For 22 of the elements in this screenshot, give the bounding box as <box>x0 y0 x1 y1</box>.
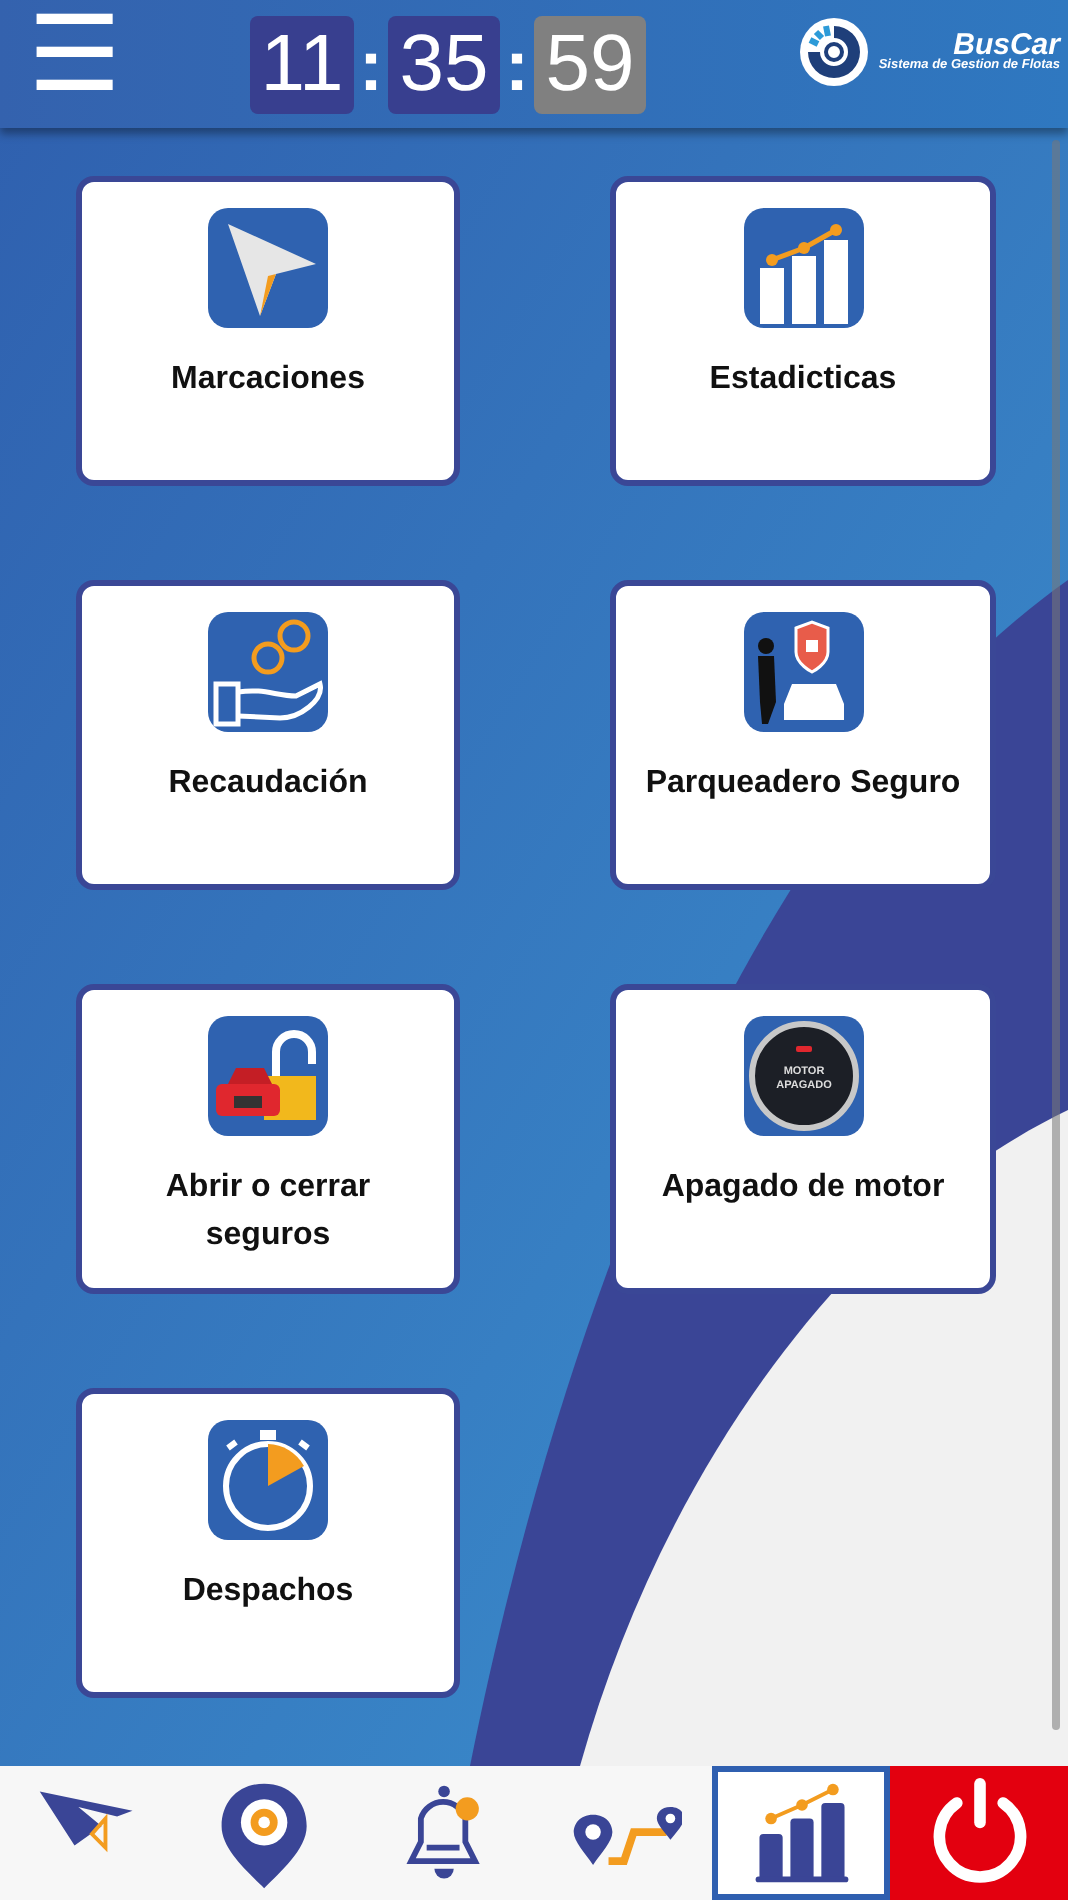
scroll-bar[interactable] <box>1052 140 1060 1730</box>
clock-digits: 11 <box>250 16 354 114</box>
hand-coins-icon <box>208 612 328 732</box>
clock-separator: : <box>503 22 531 110</box>
nav-button[interactable] <box>712 1766 890 1900</box>
clock-separator: : <box>357 22 385 110</box>
menu-button[interactable]: ☰ <box>0 0 122 112</box>
bar-chart-icon <box>743 208 863 328</box>
nav-button[interactable] <box>890 1766 1068 1900</box>
menu-tile[interactable]: Parqueadero Seguro <box>610 580 996 890</box>
clock-digits: 59 <box>534 16 646 114</box>
car-padlock-icon <box>208 1016 328 1136</box>
menu-tile[interactable]: Estadicticas <box>610 176 996 486</box>
logo-title: BusCar <box>953 30 1060 61</box>
menu-tile[interactable]: Recaudación <box>76 580 460 890</box>
logo-icon <box>798 16 871 88</box>
menu-tile[interactable]: Abrir o cerrar seguros <box>76 984 460 1294</box>
clock-digits: 35 <box>388 16 500 114</box>
stopwatch-icon <box>208 1420 328 1540</box>
menu-tile[interactable]: Marcaciones <box>76 176 460 486</box>
menu-tile[interactable]: Despachos <box>76 1388 460 1698</box>
secure-car-icon <box>743 612 863 732</box>
